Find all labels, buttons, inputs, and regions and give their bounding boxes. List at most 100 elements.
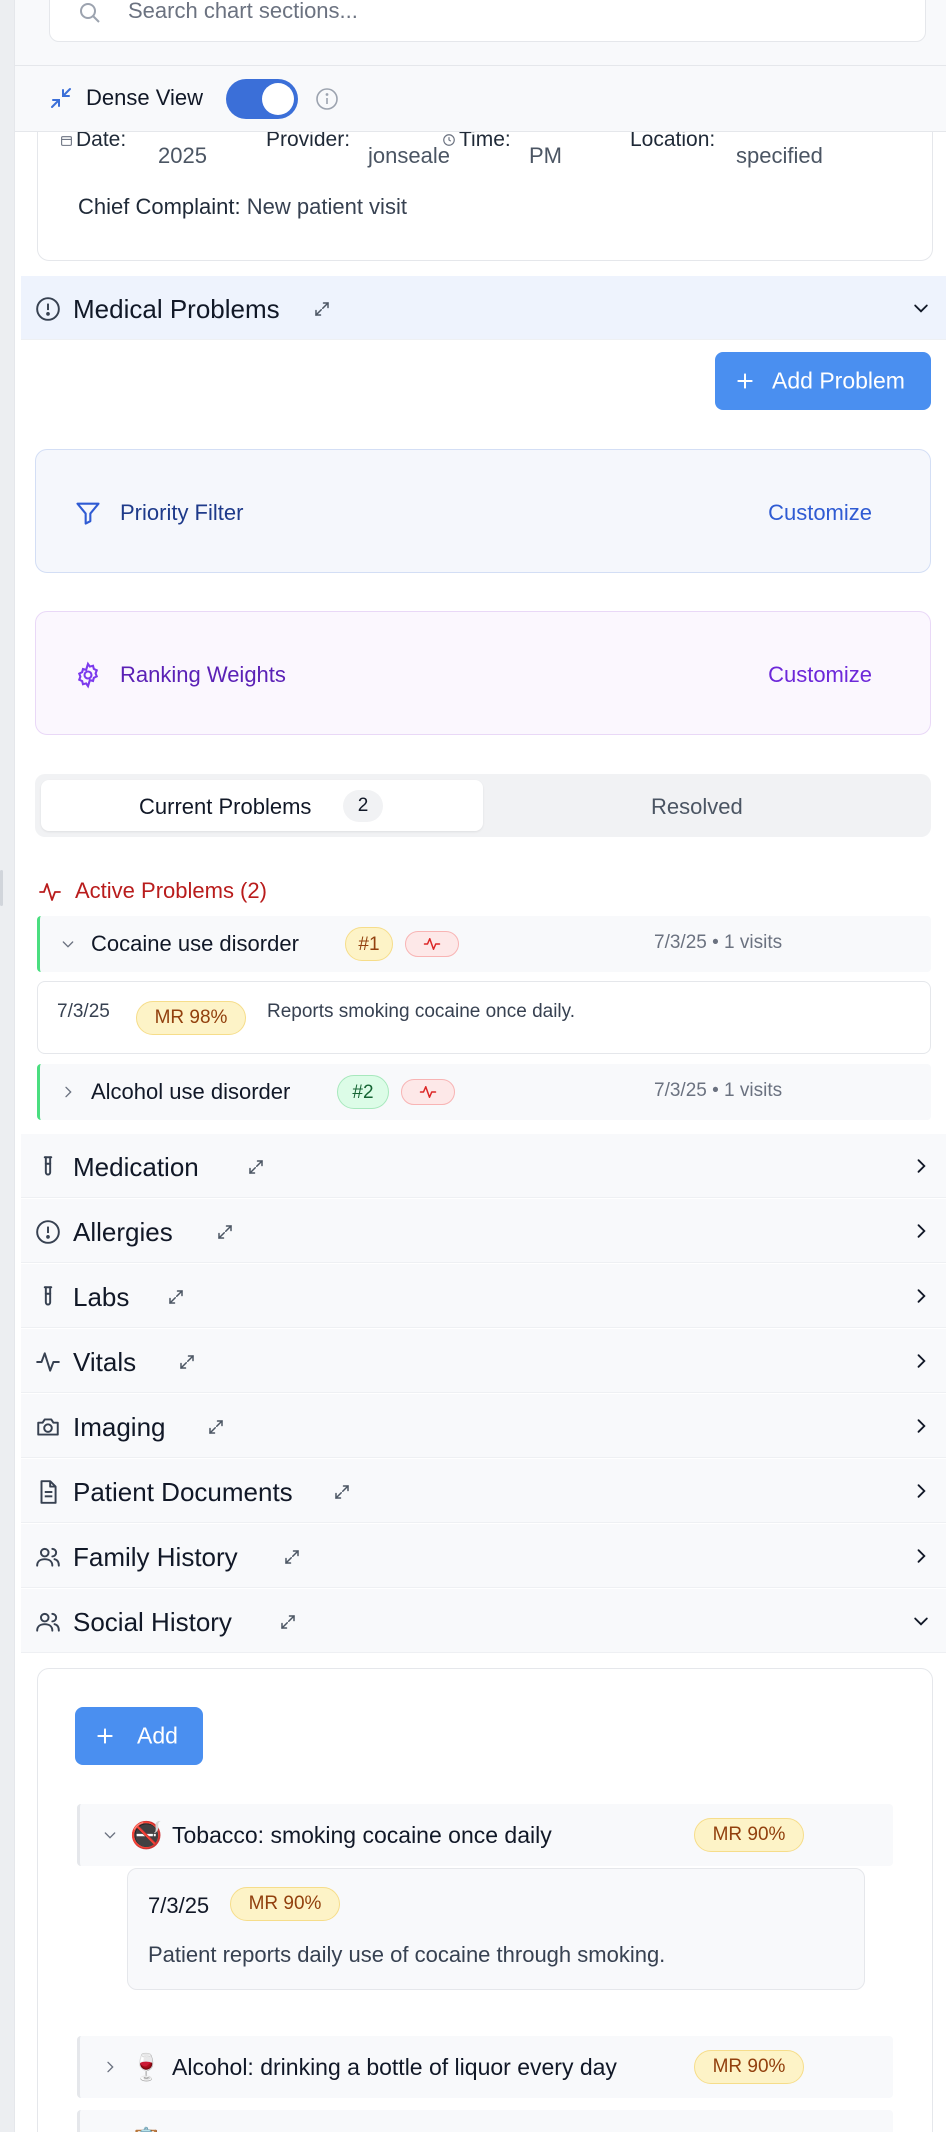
chevron-right-icon[interactable]: [102, 2059, 118, 2075]
expand-icon[interactable]: [216, 1223, 234, 1241]
detail-text: Patient reports daily use of cocaine thr…: [148, 1942, 666, 1967]
section-imaging[interactable]: Imaging: [21, 1394, 946, 1458]
ranking-weights-card: Ranking Weights Customize: [35, 611, 931, 735]
expand-icon[interactable]: [247, 1158, 265, 1176]
detail-date: 7/3/25: [57, 1001, 110, 1022]
expand-icon[interactable]: [207, 1418, 225, 1436]
section-title: Vitals: [73, 1347, 137, 1377]
detail-text: Reports smoking cocaine once daily.: [267, 1001, 576, 1022]
alert-circle-icon: [35, 296, 61, 322]
chevron-right-icon[interactable]: [911, 1221, 931, 1241]
alert-circle-icon: [35, 1219, 61, 1245]
expand-icon[interactable]: [178, 1353, 196, 1371]
tab-resolved[interactable]: Resolved: [651, 794, 743, 820]
expand-icon[interactable]: [167, 1288, 185, 1306]
confidence-badge: MR 90%: [230, 1887, 340, 1921]
encounter-provider-value: jonseale: [368, 143, 450, 168]
section-title: Social History: [73, 1607, 232, 1637]
section-social-history[interactable]: Social History: [21, 1589, 946, 1653]
chevron-down-icon[interactable]: [911, 298, 931, 318]
tab-label: Current Problems: [139, 794, 312, 819]
section-title: Family History: [73, 1542, 238, 1572]
section-labs[interactable]: Labs: [21, 1264, 946, 1328]
search-icon: [78, 1, 102, 25]
priority-filter-label: Priority Filter: [120, 500, 244, 525]
expand-icon[interactable]: [279, 1613, 297, 1631]
section-family-history[interactable]: Family History: [21, 1524, 946, 1588]
dense-view-toggle[interactable]: [226, 79, 298, 119]
clipboard-icon: 📋: [130, 2126, 162, 2132]
section-medication[interactable]: Medication: [21, 1134, 946, 1198]
search-box: [49, 0, 926, 42]
add-problem-button[interactable]: Add Problem: [715, 352, 931, 410]
problem-row[interactable]: Cocaine use disorder #1 7/3/25 • 1 visit…: [37, 916, 931, 972]
panel-resize-rail[interactable]: [0, 0, 14, 2132]
priority-filter-customize[interactable]: Customize: [768, 500, 872, 526]
clock-icon: [443, 134, 455, 147]
search-bar: [15, 0, 946, 66]
expand-icon[interactable]: [283, 1548, 301, 1566]
chevron-right-icon[interactable]: [911, 1351, 931, 1371]
problem-tabs: Current Problems 2 Resolved: [35, 774, 931, 837]
confidence-badge: MR 98%: [136, 1001, 246, 1035]
section-title: Medical Problems: [73, 294, 280, 324]
section-patient-documents[interactable]: Patient Documents: [21, 1459, 946, 1523]
section-medical-problems[interactable]: Medical Problems: [21, 276, 946, 340]
search-input[interactable]: [128, 0, 828, 25]
problem-row[interactable]: Alcohol use disorder #2 7/3/25 • 1 visit…: [37, 1064, 931, 1120]
activity-icon: [423, 938, 441, 950]
priority-filter-card: Priority Filter Customize: [35, 449, 931, 573]
section-title: Patient Documents: [73, 1477, 293, 1507]
no-smoking-icon: 🚭: [130, 1820, 163, 1850]
rank-badge: #2: [337, 1075, 389, 1109]
social-history-item[interactable]: 🍷 Alcohol: drinking a bottle of liquor e…: [77, 2036, 893, 2098]
chevron-down-icon[interactable]: [911, 1611, 931, 1631]
problem-detail-row: 7/3/25 MR 98% Reports smoking cocaine on…: [37, 981, 931, 1054]
chevron-right-icon[interactable]: [911, 1156, 931, 1176]
expand-icon[interactable]: [313, 300, 331, 318]
expand-icon[interactable]: [333, 1483, 351, 1501]
add-social-history-button[interactable]: Add: [75, 1707, 203, 1765]
ranking-weights-label: Ranking Weights: [120, 662, 286, 687]
confidence-badge: MR 90%: [694, 1818, 804, 1852]
chief-complaint: Chief Complaint: New patient visit: [78, 194, 407, 219]
test-tube-icon: [35, 1154, 61, 1180]
resize-grip[interactable]: [0, 870, 3, 906]
chevron-down-icon[interactable]: [60, 936, 76, 952]
social-history-item[interactable]: 📋: [77, 2110, 893, 2132]
chevron-down-icon[interactable]: [102, 1827, 118, 1843]
problem-meta: 7/3/25 • 1 visits: [654, 1080, 783, 1101]
section-vitals[interactable]: Vitals: [21, 1329, 946, 1393]
problem-meta: 7/3/25 • 1 visits: [654, 932, 783, 953]
activity-icon: [35, 1349, 61, 1375]
toggle-knob: [262, 83, 294, 115]
confidence-badge: MR 90%: [694, 2050, 804, 2084]
ranking-weights-customize[interactable]: Customize: [768, 662, 872, 688]
problem-name: Cocaine use disorder: [91, 931, 299, 956]
problem-name: Alcohol use disorder: [91, 1079, 291, 1104]
chevron-right-icon[interactable]: [911, 1286, 931, 1306]
active-status-badge: [405, 931, 459, 957]
document-icon: [35, 1479, 61, 1505]
users-icon: [35, 1609, 61, 1635]
chevron-right-icon[interactable]: [911, 1481, 931, 1501]
dense-view-bar: Dense View: [15, 66, 946, 132]
section-allergies[interactable]: Allergies: [21, 1199, 946, 1263]
section-title: Labs: [73, 1282, 130, 1312]
dense-view-label: Dense View: [86, 85, 203, 110]
gear-icon: [74, 661, 102, 689]
chevron-right-icon[interactable]: [60, 1084, 76, 1100]
section-title: Imaging: [73, 1412, 166, 1442]
info-icon[interactable]: [315, 87, 339, 111]
chevron-right-icon[interactable]: [911, 1546, 931, 1566]
calendar-icon: [61, 136, 72, 146]
social-history-item[interactable]: 🚭 Tobacco: smoking cocaine once daily MR…: [77, 1804, 893, 1866]
users-icon: [35, 1544, 61, 1570]
chevron-right-icon[interactable]: [911, 1416, 931, 1436]
social-item-detail: 7/3/25 MR 90% Patient reports daily use …: [127, 1868, 865, 1990]
tab-current-problems[interactable]: Current Problems 2: [41, 780, 483, 831]
encounter-location-value: specified: [736, 143, 823, 168]
social-item-text: Tobacco: smoking cocaine once daily: [172, 1822, 552, 1848]
section-title: Allergies: [73, 1217, 173, 1247]
social-item-text: Alcohol: drinking a bottle of liquor eve…: [172, 2054, 617, 2080]
